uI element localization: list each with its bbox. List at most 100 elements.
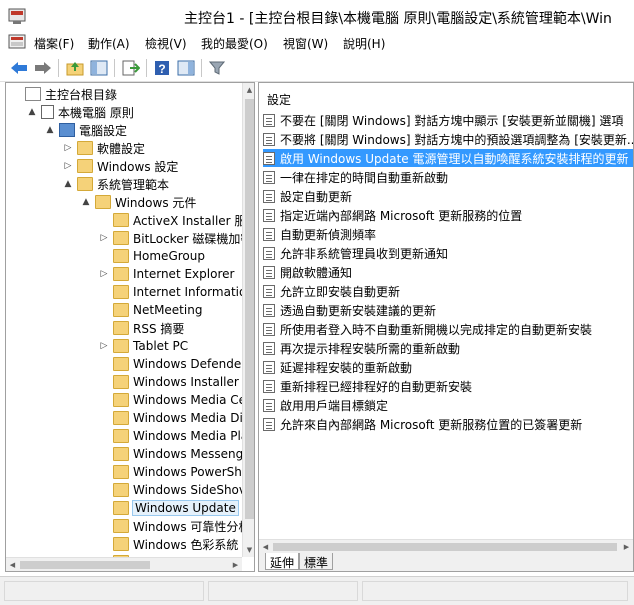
scroll-right-icon[interactable]: ▶: [620, 540, 633, 554]
tree-item[interactable]: Windows Media Pla: [98, 427, 248, 445]
tree-item[interactable]: Windows 可靠性分析: [98, 517, 250, 535]
scroll-up-icon[interactable]: ▲: [243, 83, 254, 97]
tree-item-label: RSS 摘要: [133, 321, 185, 336]
menu-action[interactable]: 動作(A): [88, 35, 130, 52]
up-folder-icon[interactable]: [64, 57, 86, 79]
console-document-icon[interactable]: [8, 34, 26, 50]
folder-icon: [95, 195, 111, 209]
tree-item[interactable]: NetMeeting: [98, 301, 202, 319]
export-list-icon[interactable]: [120, 57, 142, 79]
expand-arrow-icon[interactable]: ▷: [98, 232, 110, 244]
scrollbar-thumb[interactable]: [20, 561, 150, 569]
tree-item[interactable]: HomeGroup: [98, 247, 205, 265]
scrollbar-thumb[interactable]: [245, 99, 254, 519]
list-horizontal-scrollbar[interactable]: ◀ ▶: [259, 539, 633, 553]
tree-item[interactable]: Windows 色彩系統: [98, 535, 238, 553]
policy-setting-row[interactable]: 自動更新偵測頻率: [263, 225, 633, 243]
tree-item[interactable]: ▲ Windows 元件: [80, 193, 196, 211]
back-arrow-icon[interactable]: [8, 57, 30, 79]
policy-setting-row[interactable]: 再次提示排程安裝所需的重新啟動: [263, 339, 633, 357]
collapse-arrow-icon[interactable]: ▲: [62, 178, 74, 190]
scroll-right-icon[interactable]: ▶: [229, 558, 242, 571]
tree-item[interactable]: ▷ Windows 設定: [62, 157, 178, 175]
scroll-left-icon[interactable]: ◀: [259, 540, 272, 554]
menu-favorites[interactable]: 我的最愛(O): [201, 35, 268, 52]
show-hide-action-pane-icon[interactable]: [175, 57, 197, 79]
tree-item[interactable]: 主控台根目錄: [10, 85, 117, 103]
tree-horizontal-scrollbar[interactable]: ◀ ▶: [6, 557, 242, 571]
scrollbar-thumb[interactable]: [273, 543, 617, 551]
tree-item[interactable]: ▲ 本機電腦 原則: [26, 103, 134, 121]
tree-item-label: HomeGroup: [133, 249, 205, 263]
policy-setting-row[interactable]: 不要在 [關閉 Windows] 對話方塊中顯示 [安裝更新並關機] 選項: [263, 111, 633, 129]
policy-list-pane[interactable]: 設定 不要在 [關閉 Windows] 對話方塊中顯示 [安裝更新並關機] 選項…: [258, 82, 634, 572]
policy-setting-row[interactable]: 一律在排定的時間自動重新啟動: [263, 168, 633, 186]
expand-arrow-icon[interactable]: ▷: [62, 142, 74, 154]
collapse-arrow-icon[interactable]: ▲: [26, 106, 38, 118]
tree-item-label: Windows Update: [132, 500, 239, 516]
policy-setting-row[interactable]: 允許來自內部網路 Microsoft 更新服務位置的已簽署更新: [263, 415, 633, 433]
policy-setting-row[interactable]: 透過自動更新安裝建議的更新: [263, 301, 633, 319]
policy-setting-icon: [263, 208, 275, 222]
filter-icon[interactable]: [206, 57, 228, 79]
tree-item[interactable]: ▷ 軟體設定: [62, 139, 145, 157]
status-cell: [4, 581, 204, 601]
tree-item[interactable]: ▷ Tablet PC: [98, 337, 188, 355]
tree-item[interactable]: Windows Update: [98, 499, 239, 517]
tree-item[interactable]: Windows Installer: [98, 373, 239, 391]
scroll-left-icon[interactable]: ◀: [6, 558, 19, 571]
tree-item[interactable]: Internet Information: [98, 283, 254, 301]
tree-item[interactable]: ▲ 電腦設定: [44, 121, 127, 139]
mmc-console-icon[interactable]: [8, 7, 26, 25]
expand-arrow-icon[interactable]: ▷: [98, 340, 110, 352]
tree-vertical-scrollbar[interactable]: ▲ ▼: [242, 83, 254, 557]
tree-item-label: Internet Information: [133, 285, 254, 299]
show-hide-tree-icon[interactable]: [88, 57, 110, 79]
scroll-down-icon[interactable]: ▼: [243, 543, 254, 557]
policy-setting-row[interactable]: 不要將 [關閉 Windows] 對話方塊中的預設選項調整為 [安裝更新...: [263, 130, 633, 148]
policy-setting-row[interactable]: 設定自動更新: [263, 187, 633, 205]
tree-item[interactable]: Windows SideShov: [98, 481, 246, 499]
policy-setting-row[interactable]: 所使用者登入時不自動重新開機以完成排定的自動更新安裝: [263, 320, 633, 338]
tree-item-label: BitLocker 磁碟機加密: [133, 231, 253, 246]
policy-setting-row[interactable]: 開啟軟體通知: [263, 263, 633, 281]
tree-item[interactable]: Windows Messeng: [98, 445, 243, 463]
menu-help[interactable]: 說明(H): [343, 35, 385, 52]
policy-setting-row[interactable]: 啟用 Windows Update 電源管理以自動喚醒系統安裝排程的更新: [263, 149, 633, 167]
tree-item[interactable]: ▷ BitLocker 磁碟機加密: [98, 229, 252, 247]
tab-extended[interactable]: 延伸: [265, 553, 300, 570]
policy-setting-row[interactable]: 啟用用戶端目標鎖定: [263, 396, 633, 414]
tree-item[interactable]: RSS 摘要: [98, 319, 184, 337]
menu-file[interactable]: 檔案(F): [34, 35, 74, 52]
tree-item[interactable]: Windows Media Ce: [98, 391, 246, 409]
tree-item[interactable]: ▲ 系統管理範本: [62, 175, 169, 193]
tree-item[interactable]: ActiveX Installer 服務: [98, 211, 254, 229]
expand-arrow-icon[interactable]: ▷: [98, 268, 110, 280]
policy-setting-row[interactable]: 允許立即安裝自動更新: [263, 282, 633, 300]
forward-arrow-icon[interactable]: [32, 57, 54, 79]
collapse-arrow-icon[interactable]: ▲: [80, 196, 92, 208]
policy-setting-icon: [263, 303, 275, 317]
policy-setting-row[interactable]: 允許非系統管理員收到更新通知: [263, 244, 633, 262]
tree-item-label: Windows Media Ce: [133, 393, 246, 407]
collapse-arrow-icon[interactable]: ▲: [44, 124, 56, 136]
menu-window[interactable]: 視窗(W): [283, 35, 328, 52]
column-header-setting[interactable]: 設定: [267, 91, 291, 108]
expand-arrow-icon[interactable]: ▷: [62, 160, 74, 172]
tree-item[interactable]: ▷ Internet Explorer: [98, 265, 234, 283]
tab-standard[interactable]: 標準: [299, 553, 334, 570]
policy-setting-icon: [263, 322, 275, 336]
tree-item[interactable]: Windows Defender: [98, 355, 246, 373]
status-cell: [208, 581, 358, 601]
view-tabs: 延伸 標準: [259, 553, 633, 571]
policy-setting-row[interactable]: 延遲排程安裝的重新啟動: [263, 358, 633, 376]
tree-item[interactable]: Windows PowerShe: [98, 463, 249, 481]
svg-text:?: ?: [158, 62, 165, 76]
tree-item[interactable]: Windows Media Di: [98, 409, 243, 427]
help-icon[interactable]: ?: [151, 57, 173, 79]
console-tree-pane[interactable]: 主控台根目錄 ▲ 本機電腦 原則 ▲ 電腦設定 ▷ 軟體設定 ▷ Windows 設定 ▲ 系統管理…: [5, 82, 255, 572]
policy-setting-row[interactable]: 重新排程已經排程好的自動更新安裝: [263, 377, 633, 395]
policy-setting-row[interactable]: 指定近端內部網路 Microsoft 更新服務的位置: [263, 206, 633, 224]
menu-view[interactable]: 檢視(V): [145, 35, 187, 52]
